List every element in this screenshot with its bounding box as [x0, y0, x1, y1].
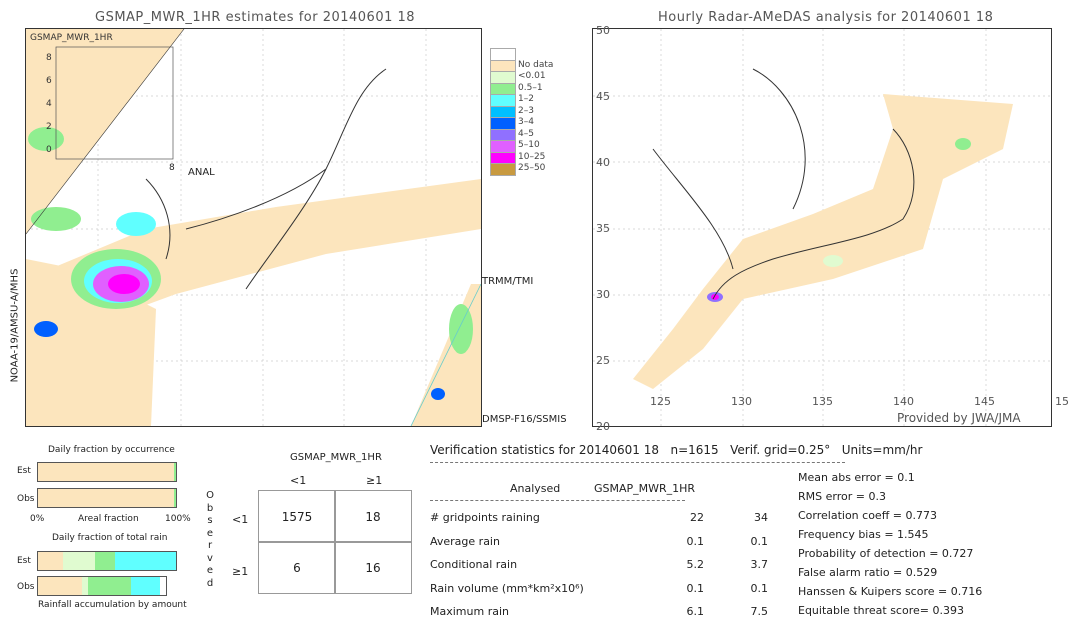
legend-label: <0.01	[518, 71, 546, 81]
gsmap-header: GSMAP_MWR_1HR	[594, 482, 696, 495]
right-map-plot	[593, 29, 1051, 426]
x0: 0%	[30, 514, 45, 524]
stat-gsmap: 34	[754, 511, 768, 524]
lon-tick: 15	[1055, 395, 1069, 408]
rain-segment	[87, 577, 132, 595]
lat-tick: 45	[596, 90, 610, 103]
stats-header: Verification statistics for 20140601 18 …	[430, 443, 923, 457]
cell-hit-none: 1575	[258, 490, 336, 543]
anal-label: ANAL	[188, 167, 215, 178]
obs-label-2: Obs	[17, 582, 35, 592]
divider	[430, 500, 685, 501]
stat-gsmap: 3.7	[750, 558, 769, 571]
stat-analysed: 0.1	[686, 534, 705, 548]
lat-tick: 35	[596, 222, 610, 235]
stat-analysed: 5.2	[686, 558, 705, 571]
x1: 100%	[165, 514, 191, 524]
cell-miss: 6	[258, 541, 336, 594]
analysed-header: Analysed	[510, 482, 561, 495]
score-line: Frequency bias = 1.545	[798, 528, 929, 541]
obs-rain-bar	[37, 576, 167, 596]
obs-occurrence-bar	[37, 488, 177, 508]
dmsp-label: DMSP-F16/SSMIS	[482, 414, 567, 425]
areal-fraction-label: Areal fraction	[78, 514, 139, 524]
stat-label: Conditional rain	[430, 558, 518, 571]
lon-tick: 125	[650, 395, 671, 408]
legend-label: 0.5–1	[518, 82, 543, 93]
score-line: Probability of detection = 0.727	[798, 547, 974, 560]
rain-segment	[38, 577, 82, 595]
rain-segment	[62, 552, 95, 570]
stat-analysed: 22	[690, 511, 704, 524]
score-line: Mean abs error = 0.1	[798, 471, 915, 484]
occurrence-title: Daily fraction by occurrence	[48, 445, 175, 455]
row-header: <1	[232, 513, 249, 526]
cell-hit: 16	[334, 541, 412, 594]
rain-segment	[94, 552, 116, 570]
inset-xtick: 8	[169, 163, 175, 173]
stat-gsmap: 0.1	[750, 581, 769, 595]
inset-label: GSMAP_MWR_1HR	[30, 33, 113, 43]
right-map	[592, 28, 1052, 427]
right-map-title: Hourly Radar-AMeDAS analysis for 2014060…	[658, 10, 994, 25]
lat-tick: 50	[596, 24, 610, 37]
est-label-2: Est	[17, 556, 31, 566]
legend-label: 2–3	[518, 105, 534, 116]
est-occurrence-bar	[37, 462, 177, 482]
total-rain-title: Daily fraction of total rain	[52, 533, 168, 543]
divider	[430, 462, 845, 463]
cell-false-alarm: 18	[334, 490, 412, 543]
credit: Provided by JWA/JMA	[897, 411, 1021, 425]
legend-swatch	[490, 163, 516, 176]
total-rain-footer: Rainfall accumulation by amount	[38, 600, 187, 610]
lon-tick: 140	[893, 395, 914, 408]
lat-tick: 20	[596, 420, 610, 433]
score-line: Hanssen & Kuipers score = 0.716	[798, 585, 983, 598]
col-header: <1	[290, 474, 307, 487]
score-line: False alarm ratio = 0.529	[798, 566, 938, 579]
est-label: Est	[17, 466, 31, 476]
lat-tick: 30	[596, 288, 610, 301]
row-header: ≥1	[232, 565, 249, 578]
stat-label: Average rain	[430, 534, 500, 548]
legend-label: 25–50	[518, 163, 546, 173]
noaa-label: NOAA-19/AMSU-A/MHS	[9, 268, 21, 383]
legend-label: 3–4	[518, 117, 534, 127]
stat-gsmap: 0.1	[750, 534, 769, 548]
lon-tick: 130	[731, 395, 752, 408]
legend-label: 10–25	[518, 151, 546, 162]
rain-segment	[115, 552, 176, 570]
left-map: GSMAP_MWR_1HR 86420 8 ANAL	[25, 28, 482, 427]
inset-ticks: 86420	[46, 53, 52, 155]
score-line: Correlation coeff = 0.773	[798, 509, 937, 522]
legend-label: 4–5	[518, 128, 534, 139]
legend-label: 5–10	[518, 140, 540, 150]
contingency-title: GSMAP_MWR_1HR	[290, 452, 382, 463]
score-line: Equitable threat score= 0.393	[798, 604, 964, 617]
stat-analysed: 0.1	[686, 581, 705, 595]
col-header: ≥1	[366, 474, 383, 487]
lon-tick: 135	[812, 395, 833, 408]
obs-label: Obs	[17, 494, 35, 504]
lat-tick: 25	[596, 354, 610, 367]
est-rain-bar	[37, 551, 177, 571]
rain-segment	[131, 577, 160, 595]
lat-tick: 40	[596, 156, 610, 169]
stat-label: Rain volume (mm*km²x10⁶)	[430, 581, 584, 595]
left-map-title: GSMAP_MWR_1HR estimates for 20140601 18	[95, 10, 416, 25]
legend-label: 1–2	[518, 94, 534, 104]
rain-segment	[38, 552, 63, 570]
legend-label: No data	[518, 59, 554, 70]
lon-tick: 145	[974, 395, 995, 408]
left-map-plot	[26, 29, 481, 426]
stat-label: # gridpoints raining	[430, 511, 540, 524]
trmm-label: TRMM/TMI	[482, 276, 534, 287]
observed-label: Observed	[206, 490, 214, 589]
score-line: RMS error = 0.3	[798, 490, 886, 503]
